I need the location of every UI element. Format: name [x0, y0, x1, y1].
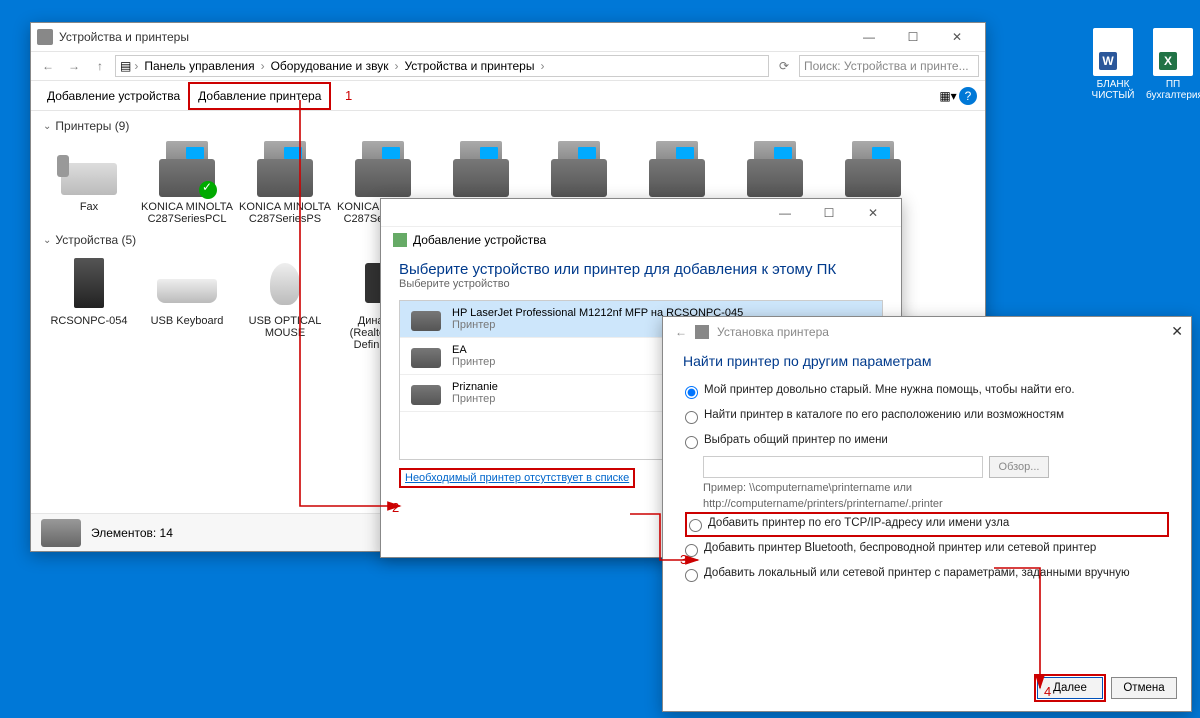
radio-label: Добавить принтер по его TCP/IP-адресу ил… — [708, 517, 1009, 529]
dialog-heading: Найти принтер по другим параметрам — [663, 347, 1191, 379]
titlebar[interactable]: — ☐ ✕ — [381, 199, 901, 227]
group-title: Принтеры (9) — [55, 119, 129, 133]
forward-button[interactable]: → — [63, 55, 85, 77]
annotation-number: 2 — [392, 500, 399, 515]
printer-icon — [408, 307, 444, 331]
close-button[interactable]: ✕ — [1171, 323, 1183, 340]
radio-input[interactable] — [685, 436, 698, 449]
control-panel-icon: ▤ — [120, 59, 131, 73]
radio-local[interactable]: Добавить локальный или сетевой принтер с… — [685, 562, 1169, 587]
minimize-button[interactable]: — — [763, 199, 807, 227]
dialog-subtitle-text: Добавление устройства — [413, 233, 546, 247]
device-item[interactable]: Fax — [43, 137, 135, 229]
browse-button[interactable]: Обзор... — [989, 456, 1049, 478]
example-text: http://computername/printers/printername… — [685, 496, 1169, 512]
shared-name-input[interactable] — [703, 456, 983, 478]
radio-bluetooth[interactable]: Добавить принтер Bluetooth, беспроводной… — [685, 537, 1169, 562]
find-printer-dialog: ✕ ← Установка принтера Найти принтер по … — [662, 316, 1192, 712]
search-placeholder: Поиск: Устройства и принте... — [804, 59, 969, 73]
desktop-icon-label: БЛАНК ЧИСТЫЙ — [1086, 79, 1140, 101]
annotation-number: 3 — [680, 552, 687, 567]
radio-label: Выбрать общий принтер по имени — [704, 434, 888, 446]
search-input[interactable]: Поиск: Устройства и принте... — [799, 55, 979, 77]
radio-label: Найти принтер в каталоге по его располож… — [704, 409, 1064, 421]
close-button[interactable]: ✕ — [935, 23, 979, 51]
add-printer-button[interactable]: Добавление принтера — [188, 82, 331, 110]
item-label: KONICA MINOLTA C287SeriesPS — [239, 201, 331, 225]
excel-file-icon — [1153, 28, 1193, 76]
printer-not-listed-link[interactable]: Необходимый принтер отсутствует в списке — [399, 468, 635, 488]
device-item[interactable]: RCSONPC-054 — [43, 251, 135, 355]
radio-input[interactable] — [689, 519, 702, 532]
address-bar: ← → ↑ ▤› Панель управления› Оборудование… — [31, 51, 985, 81]
item-label: USB OPTICAL MOUSE — [239, 315, 331, 339]
group-header-printers[interactable]: ⌄Принтеры (9) — [43, 115, 973, 137]
toolbar: Добавление устройства Добавление принтер… — [31, 81, 985, 111]
dialog-title: Установка принтера — [717, 325, 829, 339]
back-button[interactable]: ← — [37, 55, 59, 77]
radio-label: Добавить локальный или сетевой принтер с… — [704, 567, 1130, 579]
printer-icon — [408, 344, 444, 368]
device-name: EA — [452, 344, 495, 356]
maximize-button[interactable]: ☐ — [891, 23, 935, 51]
dialog-subtitle: Добавление устройства — [381, 227, 901, 253]
help-button[interactable]: ? — [959, 87, 977, 105]
window-icon — [37, 29, 53, 45]
crumb[interactable]: Панель управления — [141, 59, 257, 73]
word-file-icon — [1093, 28, 1133, 76]
window-title: Устройства и принтеры — [59, 30, 189, 44]
annotation-number: 1 — [345, 88, 352, 103]
radio-tcpip[interactable]: Добавить принтер по его TCP/IP-адресу ил… — [685, 512, 1169, 537]
radio-input[interactable] — [685, 569, 698, 582]
device-type: Принтер — [452, 356, 495, 368]
item-label: RCSONPC-054 — [43, 315, 135, 327]
radio-catalog[interactable]: Найти принтер в каталоге по его располож… — [685, 404, 1169, 429]
printer-icon — [695, 325, 709, 339]
annotation-number: 4 — [1044, 684, 1051, 699]
view-options-button[interactable]: ▦▾ — [937, 89, 959, 103]
maximize-button[interactable]: ☐ — [807, 199, 851, 227]
radio-shared[interactable]: Выбрать общий принтер по имени — [685, 429, 1169, 454]
dialog-heading: Выберите устройство или принтер для доба… — [381, 253, 901, 278]
device-item[interactable]: KONICA MINOLTA C287SeriesPS — [239, 137, 331, 229]
device-item[interactable]: KONICA MINOLTA C287SeriesPCL — [141, 137, 233, 229]
add-device-button[interactable]: Добавление устройства — [39, 84, 188, 108]
dialog-header: ← Установка принтера — [663, 317, 1191, 347]
crumb[interactable]: Устройства и принтеры — [401, 59, 537, 73]
desktop-icon-excel[interactable]: ПП бухгалтерия — [1146, 28, 1200, 101]
radio-old-printer[interactable]: Мой принтер довольно старый. Мне нужна п… — [685, 379, 1169, 404]
device-name: Priznanie — [452, 381, 498, 393]
example-text: Пример: \\computername\printername или — [685, 480, 1169, 496]
dialog-subheading: Выберите устройство — [381, 278, 901, 296]
device-icon — [393, 233, 407, 247]
radio-input[interactable] — [685, 411, 698, 424]
group-title: Устройства (5) — [55, 233, 136, 247]
device-type: Принтер — [452, 393, 498, 405]
radio-label: Добавить принтер Bluetooth, беспроводной… — [704, 542, 1096, 554]
close-button[interactable]: ✕ — [851, 199, 895, 227]
printer-icon — [408, 381, 444, 405]
item-label: KONICA MINOLTA C287SeriesPCL — [141, 201, 233, 225]
device-item[interactable]: USB Keyboard — [141, 251, 233, 355]
desktop-icon-label: ПП бухгалтерия — [1146, 79, 1200, 101]
back-button[interactable]: ← — [675, 325, 687, 339]
status-text: Элементов: 14 — [91, 526, 173, 540]
radio-input[interactable] — [685, 386, 698, 399]
refresh-button[interactable]: ⟳ — [773, 55, 795, 77]
up-button[interactable]: ↑ — [89, 55, 111, 77]
desktop-icon-word[interactable]: БЛАНК ЧИСТЫЙ — [1086, 28, 1140, 101]
radio-label: Мой принтер довольно старый. Мне нужна п… — [704, 384, 1075, 396]
status-icon — [41, 519, 81, 547]
crumb[interactable]: Оборудование и звук — [268, 59, 392, 73]
breadcrumb[interactable]: ▤› Панель управления› Оборудование и зву… — [115, 55, 769, 77]
item-label: USB Keyboard — [141, 315, 233, 327]
device-item[interactable]: USB OPTICAL MOUSE — [239, 251, 331, 355]
item-label: Fax — [43, 201, 135, 213]
titlebar[interactable]: Устройства и принтеры — ☐ ✕ — [31, 23, 985, 51]
minimize-button[interactable]: — — [847, 23, 891, 51]
cancel-button[interactable]: Отмена — [1111, 677, 1177, 699]
